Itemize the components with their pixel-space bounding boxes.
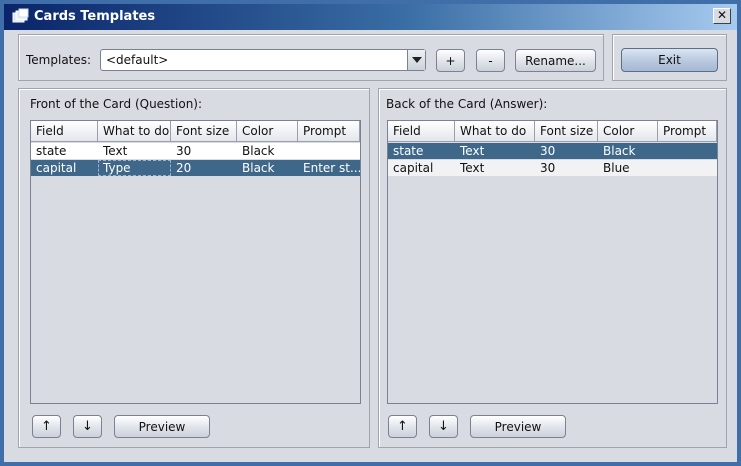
column-header-field[interactable]: Field (31, 121, 98, 142)
templates-label: Templates: (26, 53, 92, 67)
close-button[interactable]: ✕ (713, 8, 731, 24)
table-header: Field What to do Font size Color Prompt (31, 121, 360, 142)
cell-color: Black (242, 144, 275, 158)
column-header-what-to-do[interactable]: What to do (98, 121, 171, 142)
front-move-down-button[interactable]: ↓ (73, 415, 102, 438)
front-preview-button[interactable]: Preview (114, 415, 210, 438)
table-row[interactable]: capital Type 20 Black Enter st... (31, 160, 360, 176)
front-move-up-button[interactable]: ↑ (32, 415, 61, 438)
front-card-title: Front of the Card (Question): (30, 97, 203, 111)
remove-template-button[interactable]: - (476, 49, 505, 72)
column-header-field[interactable]: Field (388, 121, 455, 142)
column-header-prompt[interactable]: Prompt (298, 121, 360, 142)
back-fields-table[interactable]: Field What to do Font size Color Prompt … (387, 120, 718, 404)
templates-selected-value: <default> (106, 53, 169, 67)
table-row[interactable]: capital Text 30 Blue (388, 160, 717, 176)
cell-font-size: 30 (540, 144, 556, 158)
cards-app-icon (12, 8, 29, 23)
column-header-color[interactable]: Color (237, 121, 298, 142)
cell-prompt (298, 143, 360, 159)
column-header-font-size[interactable]: Font size (171, 121, 237, 142)
table-row[interactable]: state Text 30 Black (388, 143, 717, 159)
back-move-up-button[interactable]: ↑ (388, 415, 417, 438)
exit-button[interactable]: Exit (621, 48, 718, 72)
column-header-font-size[interactable]: Font size (535, 121, 598, 142)
cell-field: state (36, 144, 67, 158)
column-header-color[interactable]: Color (598, 121, 658, 142)
column-header-prompt[interactable]: Prompt (658, 121, 717, 142)
back-preview-button[interactable]: Preview (470, 415, 566, 438)
cell-color: Black (242, 161, 275, 175)
rename-template-button[interactable]: Rename... (515, 49, 596, 72)
table-row[interactable]: state Text 30 Black (31, 143, 360, 159)
cell-prompt (658, 160, 717, 176)
cell-what-to-do: Text (460, 161, 485, 175)
column-header-what-to-do[interactable]: What to do (455, 121, 535, 142)
window-title: Cards Templates (34, 9, 156, 24)
cell-what-to-do: Text (460, 144, 485, 158)
cards-templates-window: Cards Templates ✕ Templates: <default> +… (0, 0, 741, 466)
cell-font-size: 30 (176, 144, 192, 158)
chevron-down-icon[interactable] (407, 50, 425, 70)
table-header: Field What to do Font size Color Prompt (388, 121, 717, 142)
cell-prompt: Enter st... (303, 161, 360, 175)
cell-font-size: 30 (540, 161, 556, 175)
cell-what-to-do: Text (103, 144, 128, 158)
back-card-title: Back of the Card (Answer): (386, 97, 548, 111)
cell-font-size: 20 (176, 161, 192, 175)
back-move-down-button[interactable]: ↓ (429, 415, 458, 438)
cell-prompt (658, 143, 717, 159)
title-bar[interactable]: Cards Templates ✕ (0, 0, 741, 30)
cell-field: capital (36, 161, 77, 175)
cell-color: Black (603, 144, 636, 158)
front-fields-table[interactable]: Field What to do Font size Color Prompt … (30, 120, 361, 404)
add-template-button[interactable]: + (436, 49, 465, 72)
cell-what-to-do[interactable]: Type (98, 160, 171, 176)
templates-dropdown[interactable]: <default> (100, 49, 426, 71)
cell-color: Blue (603, 161, 630, 175)
cell-field: capital (393, 161, 434, 175)
cell-field: state (393, 144, 424, 158)
